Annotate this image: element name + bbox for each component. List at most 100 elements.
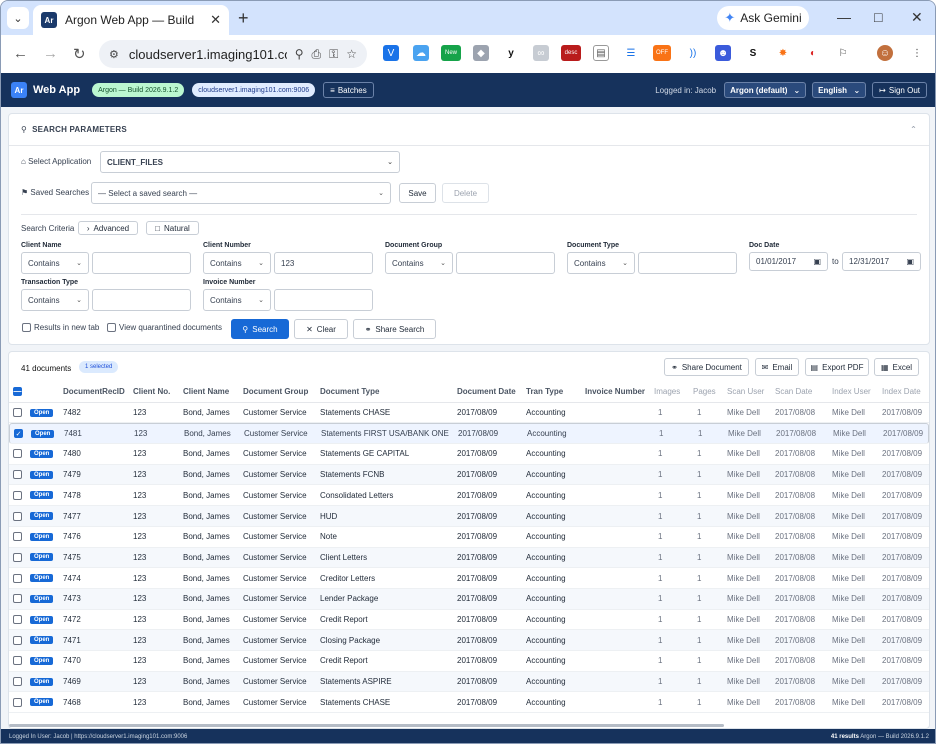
table-row[interactable]: Open 7473 123 Bond, James Customer Service Le… bbox=[9, 589, 929, 610]
reload-icon[interactable]: ↻ bbox=[73, 45, 86, 63]
extension-desc-icon[interactable]: desc bbox=[561, 45, 581, 61]
site-info-icon[interactable]: ⚙ bbox=[109, 48, 119, 61]
table-row[interactable]: Open 7474 123 Bond, James Customer Service Cr… bbox=[9, 568, 929, 589]
bookmark-star-icon[interactable]: ☆ bbox=[346, 47, 357, 61]
open-document-button[interactable]: Open bbox=[30, 574, 54, 583]
invoice-number-input[interactable] bbox=[274, 289, 373, 311]
table-row[interactable]: Open 7480 123 Bond, James Customer Service St… bbox=[9, 444, 929, 465]
open-document-button[interactable]: Open bbox=[30, 449, 54, 458]
saved-search-select[interactable]: — Select a saved search — ⌄ bbox=[91, 182, 391, 204]
excel-button[interactable]: ▦ Excel bbox=[874, 358, 919, 376]
view-quarantined-checkbox[interactable] bbox=[107, 323, 116, 332]
batches-button[interactable]: ≡ Batches bbox=[323, 82, 374, 98]
minimize-icon[interactable]: — bbox=[837, 9, 851, 25]
open-document-button[interactable]: Open bbox=[30, 532, 54, 541]
extension-burst-icon[interactable]: ✸ bbox=[775, 45, 791, 61]
col-client-name-header[interactable]: Client Name bbox=[183, 382, 229, 402]
export-pdf-button[interactable]: ▤ Export PDF bbox=[805, 358, 869, 376]
doc-date-from-input[interactable]: 01/01/2017 ▣ bbox=[749, 252, 828, 271]
extension-v-icon[interactable]: V bbox=[383, 45, 399, 61]
col-index-date-header[interactable]: Index Date bbox=[882, 382, 921, 402]
row-checkbox[interactable] bbox=[13, 449, 22, 459]
doc-date-to-input[interactable]: 12/31/2017 ▣ bbox=[842, 252, 921, 271]
col-images-header[interactable]: Images bbox=[654, 382, 680, 402]
ask-gemini-button[interactable]: ✦ Ask Gemini bbox=[717, 6, 809, 30]
table-row[interactable]: Open 7479 123 Bond, James Customer Service St… bbox=[9, 464, 929, 486]
close-tab-icon[interactable]: ✕ bbox=[210, 12, 221, 28]
forward-icon[interactable]: → bbox=[43, 45, 58, 62]
extension-diamond-icon[interactable]: ◆ bbox=[473, 45, 489, 61]
col-tran-type-header[interactable]: Tran Type bbox=[526, 382, 563, 402]
col-document-date-header[interactable]: Document Date bbox=[457, 382, 516, 402]
new-tab-icon[interactable]: + bbox=[238, 8, 249, 29]
transaction-type-operator[interactable]: Contains ⌄ bbox=[21, 289, 89, 311]
language-select[interactable]: English ⌄ bbox=[812, 82, 867, 98]
extension-sliders-icon[interactable]: ☰ bbox=[623, 45, 639, 61]
password-key-icon[interactable]: ⚿ bbox=[329, 47, 338, 62]
install-icon[interactable]: ⎙ bbox=[311, 47, 321, 62]
table-row[interactable]: Open 7477 123 Bond, James Customer Service HU… bbox=[9, 506, 929, 527]
share-search-button[interactable]: ⚭ Share Search bbox=[353, 319, 436, 339]
row-checkbox[interactable] bbox=[13, 532, 22, 542]
horizontal-scrollbar[interactable] bbox=[9, 724, 724, 727]
transaction-type-input[interactable] bbox=[92, 289, 191, 311]
browser-tab[interactable]: Ar Argon Web App — Build 2026.9.1.2 ✕ bbox=[33, 5, 229, 35]
search-button[interactable]: ⚲ Search bbox=[231, 319, 289, 339]
invoice-number-operator[interactable]: Contains ⌄ bbox=[203, 289, 271, 311]
extension-y-icon[interactable]: y bbox=[503, 45, 519, 61]
results-new-tab-checkbox[interactable] bbox=[22, 323, 31, 332]
document-group-operator[interactable]: Contains ⌄ bbox=[385, 252, 453, 274]
row-checkbox[interactable]: ✓ bbox=[14, 429, 23, 439]
extension-robot-icon[interactable]: ☻ bbox=[715, 45, 731, 61]
row-checkbox[interactable] bbox=[13, 511, 22, 521]
application-select[interactable]: CLIENT_FILES ⌄ bbox=[100, 151, 400, 173]
client-number-operator[interactable]: Contains ⌄ bbox=[203, 252, 271, 274]
row-checkbox[interactable] bbox=[13, 552, 22, 562]
row-checkbox[interactable] bbox=[13, 594, 22, 604]
col-record-id-header[interactable]: DocumentRecID bbox=[63, 382, 125, 402]
tab-search-chevron-icon[interactable]: ⌄ bbox=[7, 7, 29, 29]
profile-select[interactable]: Argon (default) ⌄ bbox=[724, 82, 807, 98]
open-document-button[interactable]: Open bbox=[30, 594, 54, 603]
search-parameters-header[interactable]: ⚲ SEARCH PARAMETERS ⌃ bbox=[9, 114, 929, 146]
table-row[interactable]: Open 7472 123 Bond, James Customer Service Cr… bbox=[9, 610, 929, 631]
row-checkbox[interactable] bbox=[13, 697, 22, 707]
clear-button[interactable]: ✕ Clear bbox=[294, 319, 348, 339]
table-row[interactable]: ✓ Open 7481 123 Bond, James Customer Service S… bbox=[9, 423, 929, 445]
extension-cloud-icon[interactable]: ☁ bbox=[413, 45, 429, 61]
col-scan-date-header[interactable]: Scan Date bbox=[775, 382, 812, 402]
col-document-type-header[interactable]: Document Type bbox=[320, 382, 379, 402]
row-checkbox[interactable] bbox=[13, 408, 22, 418]
select-all-checkbox[interactable]: — bbox=[13, 387, 22, 397]
extensions-puzzle-icon[interactable]: ⚐ bbox=[835, 45, 851, 61]
extension-circle-icon[interactable]: ◐ bbox=[805, 45, 821, 61]
open-document-button[interactable]: Open bbox=[30, 512, 54, 521]
open-document-button[interactable]: Open bbox=[30, 698, 54, 707]
open-document-button[interactable]: Open bbox=[30, 677, 54, 686]
client-number-input[interactable]: 123 bbox=[274, 252, 373, 274]
table-row[interactable]: Open 7470 123 Bond, James Customer Service Cr… bbox=[9, 651, 929, 672]
table-row[interactable]: Open 7478 123 Bond, James Customer Service Co… bbox=[9, 486, 929, 507]
row-checkbox[interactable] bbox=[13, 677, 22, 687]
address-bar[interactable]: ⚙ cloudserver1.imaging101.com:9006 ⚲ ⎙ ⚿… bbox=[99, 40, 367, 68]
extension-s-icon[interactable]: S bbox=[745, 45, 761, 61]
table-row[interactable]: Open 7469 123 Bond, James Customer Service St… bbox=[9, 671, 929, 693]
advanced-toggle[interactable]: › Advanced bbox=[78, 221, 138, 235]
table-row[interactable]: Open 7475 123 Bond, James Customer Service Cl… bbox=[9, 547, 929, 569]
sign-out-button[interactable]: ↦ Sign Out bbox=[872, 82, 927, 98]
row-checkbox[interactable] bbox=[13, 573, 22, 583]
document-type-operator[interactable]: Contains ⌄ bbox=[567, 252, 635, 274]
open-document-button[interactable]: Open bbox=[30, 656, 54, 665]
open-document-button[interactable]: Open bbox=[30, 408, 54, 417]
open-document-button[interactable]: Open bbox=[30, 636, 54, 645]
email-button[interactable]: ✉ Email bbox=[755, 358, 799, 376]
extension-doc-icon[interactable]: ▤ bbox=[593, 45, 609, 61]
open-document-button[interactable]: Open bbox=[30, 553, 54, 562]
row-checkbox[interactable] bbox=[13, 615, 22, 625]
extension-waves-icon[interactable]: )) bbox=[685, 45, 701, 61]
col-client-no-header[interactable]: Client No. bbox=[133, 382, 170, 402]
col-index-user-header[interactable]: Index User bbox=[832, 382, 871, 402]
share-document-button[interactable]: ⚭ Share Document bbox=[664, 358, 749, 376]
save-button[interactable]: Save bbox=[399, 183, 436, 203]
natural-toggle[interactable]: □ Natural bbox=[146, 221, 199, 235]
